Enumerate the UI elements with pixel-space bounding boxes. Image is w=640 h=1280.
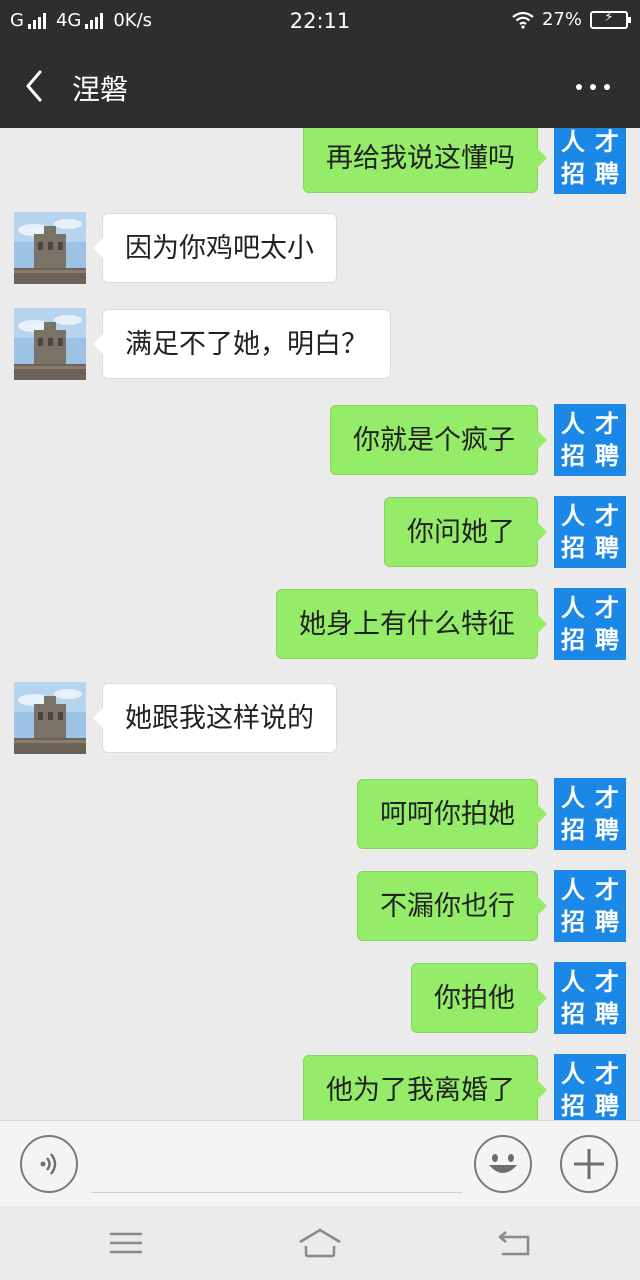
emoji-icon[interactable] [474,1135,532,1193]
plus-icon[interactable] [560,1135,618,1193]
system-nav-bar [0,1206,640,1280]
message-row: 她跟我这样说的 [0,682,640,754]
avatar-char: 人 [561,502,585,530]
avatar[interactable] [14,308,86,380]
avatar[interactable]: 人才招聘 [554,404,626,476]
back-nav-icon[interactable] [496,1224,536,1262]
message-bubble[interactable]: 你拍他 [411,963,547,1033]
avatar-char: 人 [561,410,585,438]
avatar-char: 聘 [595,1000,619,1028]
avatar-char: 人 [561,784,585,812]
message-row: 他为了我离婚了 人才招聘 [0,1054,640,1120]
message-input[interactable] [92,1135,462,1193]
message-bubble[interactable]: 不漏你也行 [357,871,547,941]
avatar-char: 聘 [595,1092,619,1120]
avatar-char: 才 [595,128,619,156]
message-bubble[interactable]: 满足不了她，明白？ [93,309,391,379]
avatar-char: 招 [561,908,585,936]
avatar-char: 才 [595,502,619,530]
battery-icon: ⚡ [590,10,631,29]
avatar[interactable]: 人才招聘 [554,588,626,660]
avatar-char: 聘 [595,160,619,188]
avatar-char: 招 [561,534,585,562]
avatar-char: 人 [561,128,585,156]
avatar-photo [14,308,86,380]
menu-icon[interactable] [106,1224,146,1262]
more-dots-icon[interactable] [576,84,610,90]
avatar[interactable]: 人才招聘 [554,962,626,1034]
back-arrow-icon[interactable] [20,66,50,106]
avatar[interactable]: 人才招聘 [554,1054,626,1120]
avatar[interactable]: 人才招聘 [554,778,626,850]
avatar-char: 才 [595,594,619,622]
message-bubble[interactable]: 她身上有什么特征 [276,589,547,659]
avatar[interactable]: 人才招聘 [554,496,626,568]
avatar-photo [14,212,86,284]
message-bubble[interactable]: 因为你鸡吧太小 [93,213,337,283]
message-row: 你问她了 人才招聘 [0,496,640,568]
avatar-char: 人 [561,594,585,622]
message-row: 再给我说这懂吗 人才招聘 [0,128,640,194]
message-bubble[interactable]: 你就是个疯子 [330,405,547,475]
avatar-char: 招 [561,816,585,844]
avatar[interactable]: 人才招聘 [554,870,626,942]
wifi-icon [512,11,534,29]
avatar[interactable] [14,212,86,284]
chat-header: 涅磐 [0,44,640,128]
avatar-char: 人 [561,1060,585,1088]
message-row: 她身上有什么特征 人才招聘 [0,588,640,660]
voice-icon[interactable] [20,1135,78,1193]
avatar-char: 才 [595,968,619,996]
avatar-char: 人 [561,876,585,904]
avatar-char: 聘 [595,442,619,470]
message-bubble[interactable]: 呵呵你拍她 [357,779,547,849]
avatar-char: 招 [561,1000,585,1028]
message-row: 你就是个疯子 人才招聘 [0,404,640,476]
avatar-char: 聘 [595,816,619,844]
message-row: 因为你鸡吧太小 [0,212,640,284]
avatar-char: 聘 [595,908,619,936]
message-bubble[interactable]: 你问她了 [384,497,547,567]
message-bubble[interactable]: 他为了我离婚了 [303,1055,547,1120]
avatar-char: 招 [561,160,585,188]
avatar[interactable]: 人才招聘 [554,128,626,194]
avatar-char: 才 [595,784,619,812]
avatar-photo [14,682,86,754]
status-bar: G 4G 0K/s 22:11 27% ⚡ [0,0,640,44]
avatar-char: 招 [561,442,585,470]
avatar[interactable] [14,682,86,754]
message-row: 呵呵你拍她 人才招聘 [0,778,640,850]
avatar-char: 聘 [595,626,619,654]
avatar-char: 招 [561,626,585,654]
input-bar [0,1120,640,1206]
message-row: 不漏你也行 人才招聘 [0,870,640,942]
avatar-char: 才 [595,1060,619,1088]
avatar-char: 才 [595,876,619,904]
home-icon[interactable] [298,1224,342,1262]
avatar-char: 才 [595,410,619,438]
avatar-char: 招 [561,1092,585,1120]
message-list[interactable]: 再给我说这懂吗 人才招聘 因为你鸡吧太小 满足不了她，明白？ 你就是个疯子 人 … [0,128,640,1120]
message-bubble[interactable]: 再给我说这懂吗 [303,128,547,193]
chat-title: 涅磐 [72,73,129,106]
status-right: 27% ⚡ [512,9,631,30]
message-row: 满足不了她，明白？ [0,308,640,380]
avatar-char: 人 [561,968,585,996]
avatar-char: 聘 [595,534,619,562]
message-bubble[interactable]: 她跟我这样说的 [93,683,337,753]
battery-percent: 27% [541,9,582,30]
message-row: 你拍他 人才招聘 [0,962,640,1034]
